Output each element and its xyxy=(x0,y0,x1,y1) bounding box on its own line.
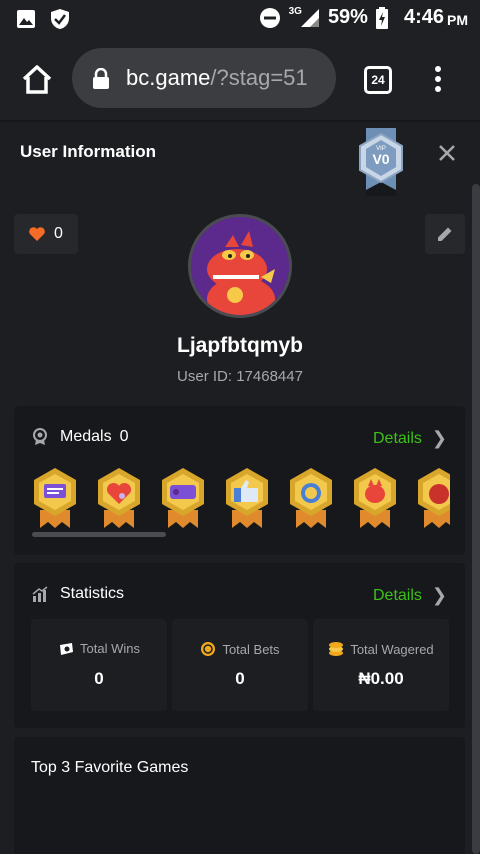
user-id: User ID: 17468447 xyxy=(177,368,303,385)
stat-total-bets: Total Bets 0 xyxy=(172,619,308,711)
statistics-details-link[interactable]: Details ❯ xyxy=(373,585,447,606)
battery-charging-icon xyxy=(375,6,388,29)
favorite-games-title: Top 3 Favorite Games xyxy=(31,759,189,776)
edit-profile-button[interactable] xyxy=(425,214,465,254)
clock-ampm: PM xyxy=(447,11,468,28)
medals-header: Medals 0 xyxy=(32,428,128,446)
avatar[interactable] xyxy=(188,214,292,318)
statistics-card: Statistics Details ❯ Total Wins 0 Total … xyxy=(14,563,465,728)
coin-medal-icon xyxy=(290,468,332,528)
chevron-right-icon: ❯ xyxy=(431,585,447,605)
chat-medal-icon xyxy=(34,468,76,528)
medals-card: Medals 0 Details ❯ xyxy=(14,406,465,555)
url-host: bc.game xyxy=(126,65,211,90)
dragon-avatar-icon xyxy=(191,217,289,315)
battery-percent: 59% xyxy=(327,6,368,28)
vip-badge-icon: VIP V0 xyxy=(359,128,403,196)
modal-scrollbar[interactable] xyxy=(472,184,480,854)
browser-toolbar: bc.game/?stag=51 24 xyxy=(0,38,480,120)
user-information-modal: User Information VIP V0 0 Ljapfbtqmyb Us… xyxy=(0,122,480,854)
stat-label-row: Total Wins xyxy=(31,641,167,656)
wagered-icon xyxy=(329,642,344,656)
home-icon[interactable] xyxy=(20,62,54,96)
medals-carousel[interactable] xyxy=(32,466,450,532)
shield-check-icon xyxy=(51,9,69,29)
stat-value: 0 xyxy=(235,669,245,688)
stat-total-wagered: Total Wagered ₦0.00 xyxy=(313,619,449,711)
wins-icon xyxy=(60,642,74,655)
status-bar: 3G 59% 4:46 PM xyxy=(0,0,480,38)
stat-value: 0 xyxy=(94,669,104,688)
bets-icon xyxy=(201,642,216,656)
tab-switcher-button[interactable]: 24 xyxy=(364,66,392,94)
chevron-right-icon: ❯ xyxy=(431,428,447,448)
url-path: /?stag=51 xyxy=(210,65,308,90)
bar-chart-icon xyxy=(32,586,48,602)
medals-scroll-indicator[interactable] xyxy=(32,532,166,537)
do-not-disturb-icon xyxy=(259,7,280,28)
address-bar[interactable]: bc.game/?stag=51 xyxy=(72,48,336,108)
username: Ljapfbtqmyb xyxy=(177,334,303,357)
signal-icon xyxy=(300,8,319,27)
medals-count: 0 xyxy=(119,428,129,445)
lock-icon xyxy=(93,68,109,89)
dragon-red-medal-icon xyxy=(418,468,450,528)
pencil-icon xyxy=(438,227,452,241)
stat-label-row: Total Wagered xyxy=(313,641,449,657)
heart-medal-icon xyxy=(98,468,140,528)
medals-label: Medals xyxy=(60,428,112,445)
statistics-label: Statistics xyxy=(60,585,125,602)
stat-value: ₦0.00 xyxy=(358,669,404,688)
medal-outline-icon xyxy=(33,428,47,445)
stat-total-wins: Total Wins 0 xyxy=(31,619,167,711)
statistics-details-label: Details xyxy=(373,586,422,604)
stat-label-row: Total Bets xyxy=(172,641,308,657)
network-type: 3G xyxy=(288,6,302,17)
thumbs-up-medal-icon xyxy=(226,468,268,528)
clock: 4:46 xyxy=(403,6,444,28)
vip-level: V0 xyxy=(372,151,389,167)
stat-label: Total Wagered xyxy=(350,641,434,657)
overflow-menu-icon[interactable] xyxy=(432,66,444,94)
statistics-header: Statistics xyxy=(32,585,124,603)
close-icon[interactable] xyxy=(436,142,458,164)
medals-details-label: Details xyxy=(373,429,422,447)
stat-label: Total Wins xyxy=(80,641,140,656)
like-count: 0 xyxy=(54,225,63,242)
gallery-icon xyxy=(17,10,35,28)
dragon-medal-icon xyxy=(354,468,396,528)
url-text: bc.game/?stag=51 xyxy=(126,65,326,91)
medals-details-link[interactable]: Details ❯ xyxy=(373,428,447,449)
favorite-games-card: Top 3 Favorite Games xyxy=(14,737,465,854)
modal-title: User Information xyxy=(20,142,157,161)
heart-icon xyxy=(29,227,45,241)
like-counter[interactable]: 0 xyxy=(14,214,78,254)
ticket-medal-icon xyxy=(162,468,204,528)
stat-label: Total Bets xyxy=(222,641,280,657)
